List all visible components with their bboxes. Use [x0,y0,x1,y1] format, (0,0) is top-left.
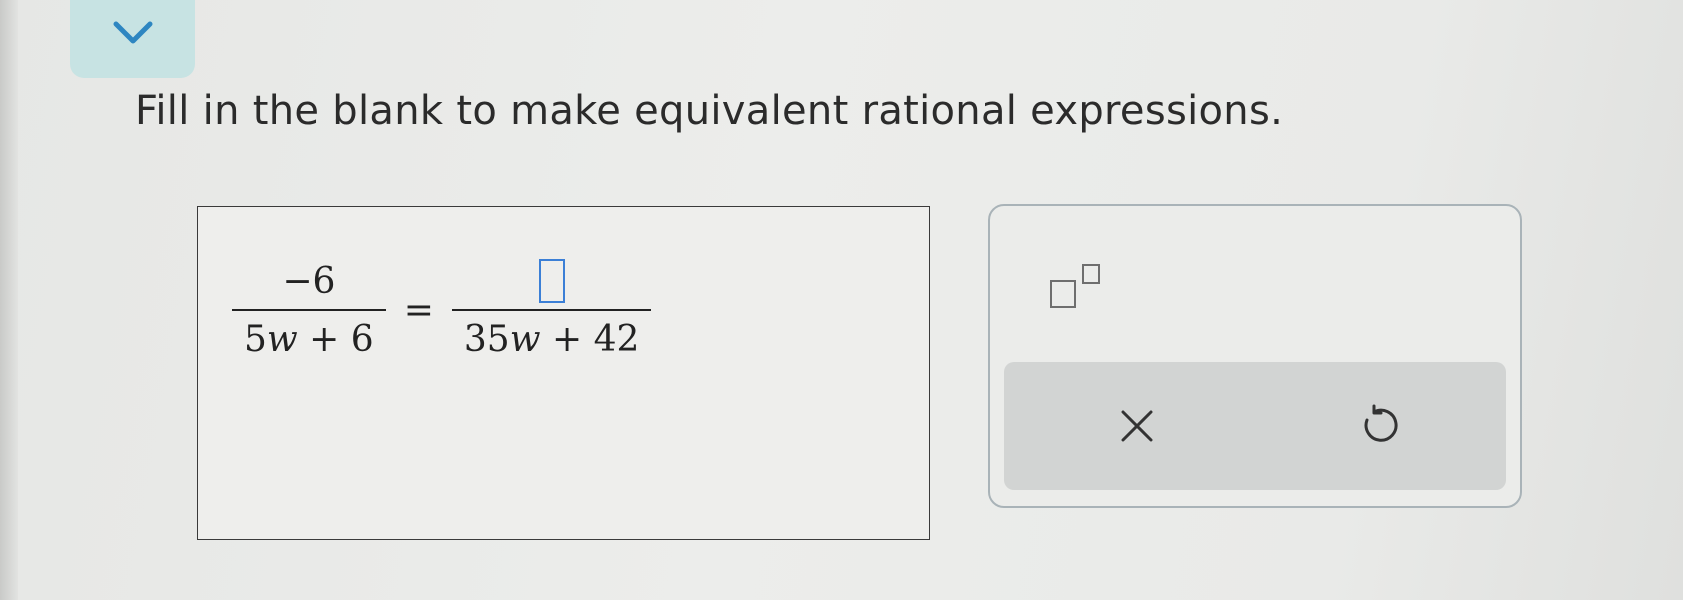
question-prompt: Fill in the blank to make equivalent rat… [135,88,1284,134]
right-fraction-bar [451,309,652,311]
right-numerator [527,255,577,307]
right-denominator-variable: w [509,318,541,360]
left-numerator: −6 [282,260,336,302]
left-denominator-constant: + 6 [297,318,374,360]
exponent-superscript-icon [1082,264,1100,284]
right-denominator-coefficient: 35 [463,318,510,360]
left-denominator-coefficient: 5 [244,318,267,360]
page-left-edge [0,0,18,600]
left-fraction-bar [232,309,386,311]
collapse-toggle-button[interactable] [70,0,195,78]
right-denominator: 35 w + 42 [452,313,652,365]
exponent-template-icon [1050,280,1076,308]
left-fraction: −6 5w + 6 [232,255,386,365]
right-fraction: 35 w + 42 [451,255,652,365]
left-denominator-variable: w [266,318,298,360]
clear-button[interactable] [1087,362,1187,490]
chevron-down-icon [113,21,152,44]
exponent-button[interactable] [1048,262,1104,312]
left-denominator: 5w + 6 [232,313,386,365]
undo-icon [1364,404,1398,442]
numerator-blank-input[interactable] [538,259,565,303]
equation: −6 5w + 6 = 35 w + 42 [232,255,652,365]
toolbox-action-bar [1004,362,1506,490]
close-icon [1121,410,1153,442]
right-denominator-constant: + 42 [540,318,640,360]
equals-sign: = [403,289,434,331]
undo-button[interactable] [1330,362,1430,490]
